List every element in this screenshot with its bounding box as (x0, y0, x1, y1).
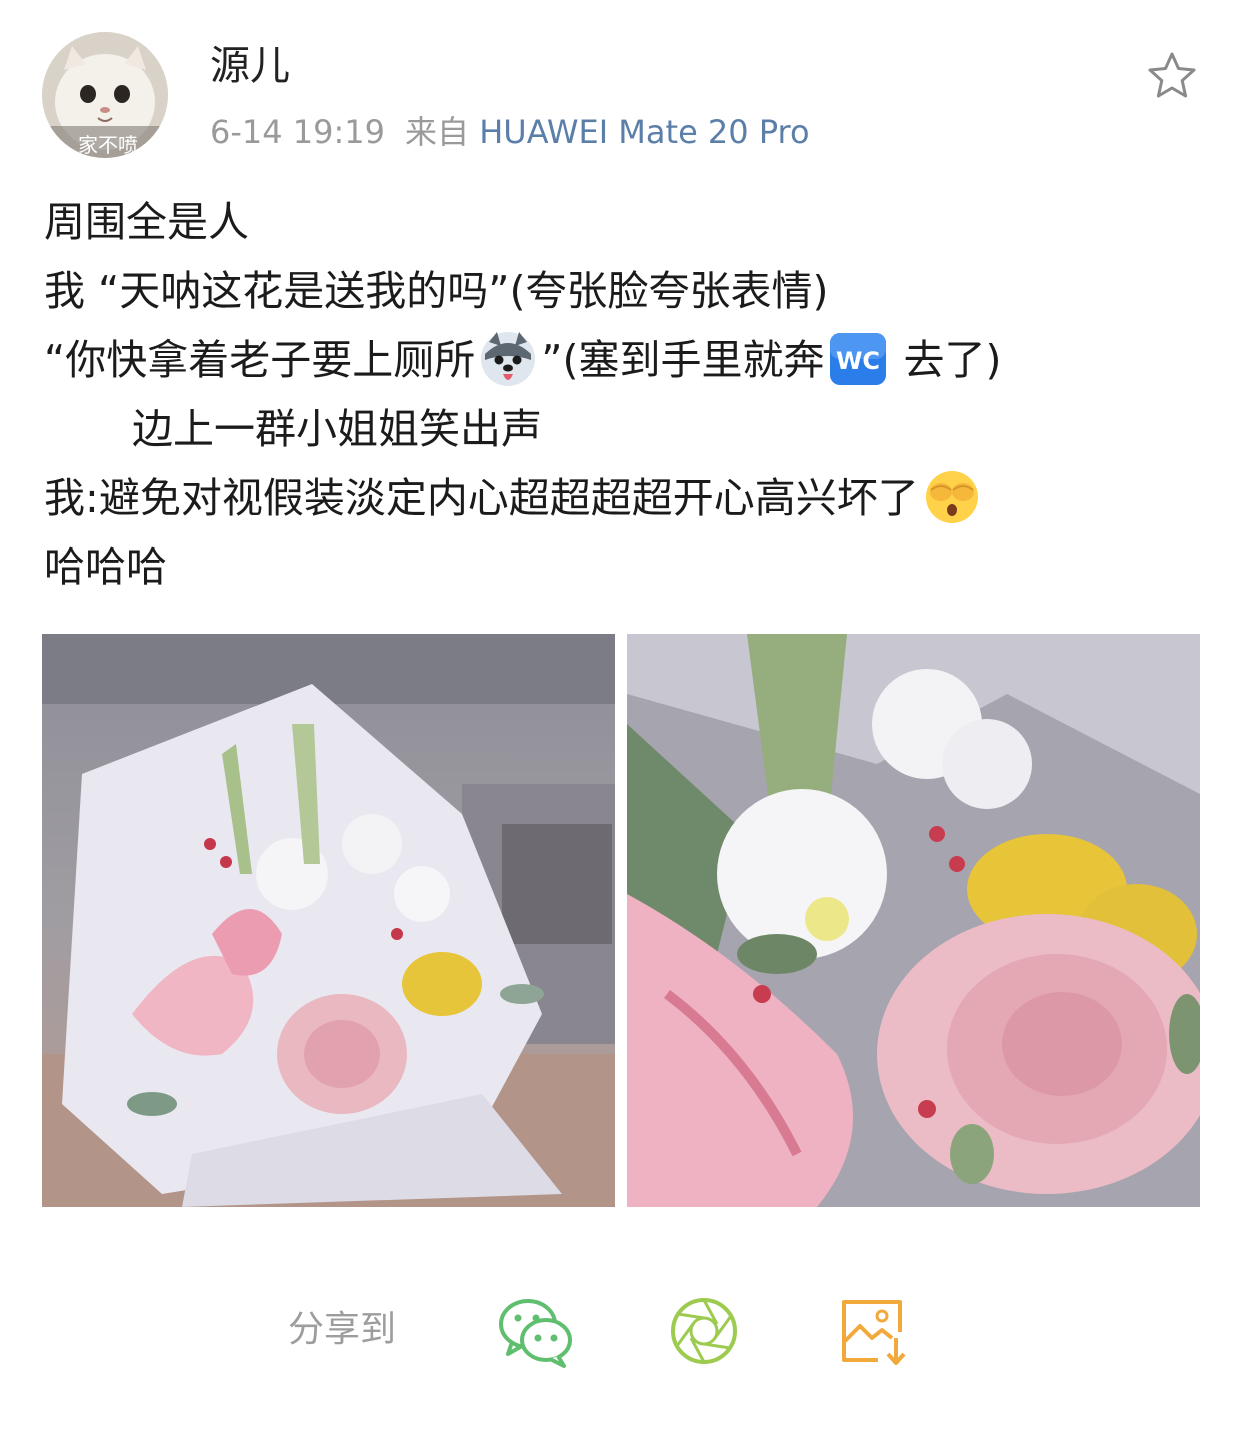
post-image-2[interactable] (627, 634, 1200, 1207)
post-line-4: 边上一群小姐姐笑出声 (132, 405, 542, 453)
save-image-icon[interactable] (838, 1296, 914, 1368)
post-line-2: 我 “天呐这花是送我的吗”(夸张脸夸张表情) (44, 267, 829, 315)
post-time: 6-14 19:19 (210, 113, 386, 151)
source-prefix: 来自 (405, 113, 470, 151)
husky-emoji-icon (479, 330, 537, 388)
wc-emoji-icon: WC (829, 330, 887, 388)
username[interactable]: 源儿 (210, 40, 290, 92)
post-line-3-part-3: 去了) (890, 336, 1002, 384)
post-content: 周围全是人 我 “天呐这花是送我的吗”(夸张脸夸张表情) “你快拿着老子要上厕所… (44, 188, 1204, 602)
favorite-star-icon[interactable] (1146, 50, 1198, 102)
share-label: 分享到 (288, 1309, 397, 1350)
post-line-3: “你快拿着老子要上厕所 ”(塞到手里就奔 WC 去了) (44, 326, 1204, 395)
avatar-caption: 家不喷 (78, 133, 138, 157)
device-link[interactable]: HUAWEI Mate 20 Pro (479, 113, 809, 151)
post-line-3-part-1: “你快拿着老子要上厕所 (44, 336, 476, 384)
avatar[interactable]: 家不喷 (42, 32, 168, 158)
post-meta: 6-14 19:19 来自 HUAWEI Mate 20 Pro (210, 110, 810, 154)
post-image-1[interactable] (42, 634, 615, 1207)
post-line-5: 我:避免对视假装淡定内心超超超超开心高兴坏了 (44, 464, 1204, 533)
post-line-6: 哈哈哈 (44, 543, 167, 591)
covering-face-emoji-icon (923, 468, 981, 526)
moments-share-icon[interactable] (668, 1296, 744, 1368)
wc-emoji-text: WC (835, 347, 879, 375)
wechat-share-icon[interactable] (498, 1296, 574, 1368)
post-line-3-part-2: ”(塞到手里就奔 (541, 336, 825, 384)
post-line-1: 周围全是人 (44, 198, 249, 246)
post-line-5-text: 我:避免对视假装淡定内心超超超超开心高兴坏了 (44, 474, 919, 522)
